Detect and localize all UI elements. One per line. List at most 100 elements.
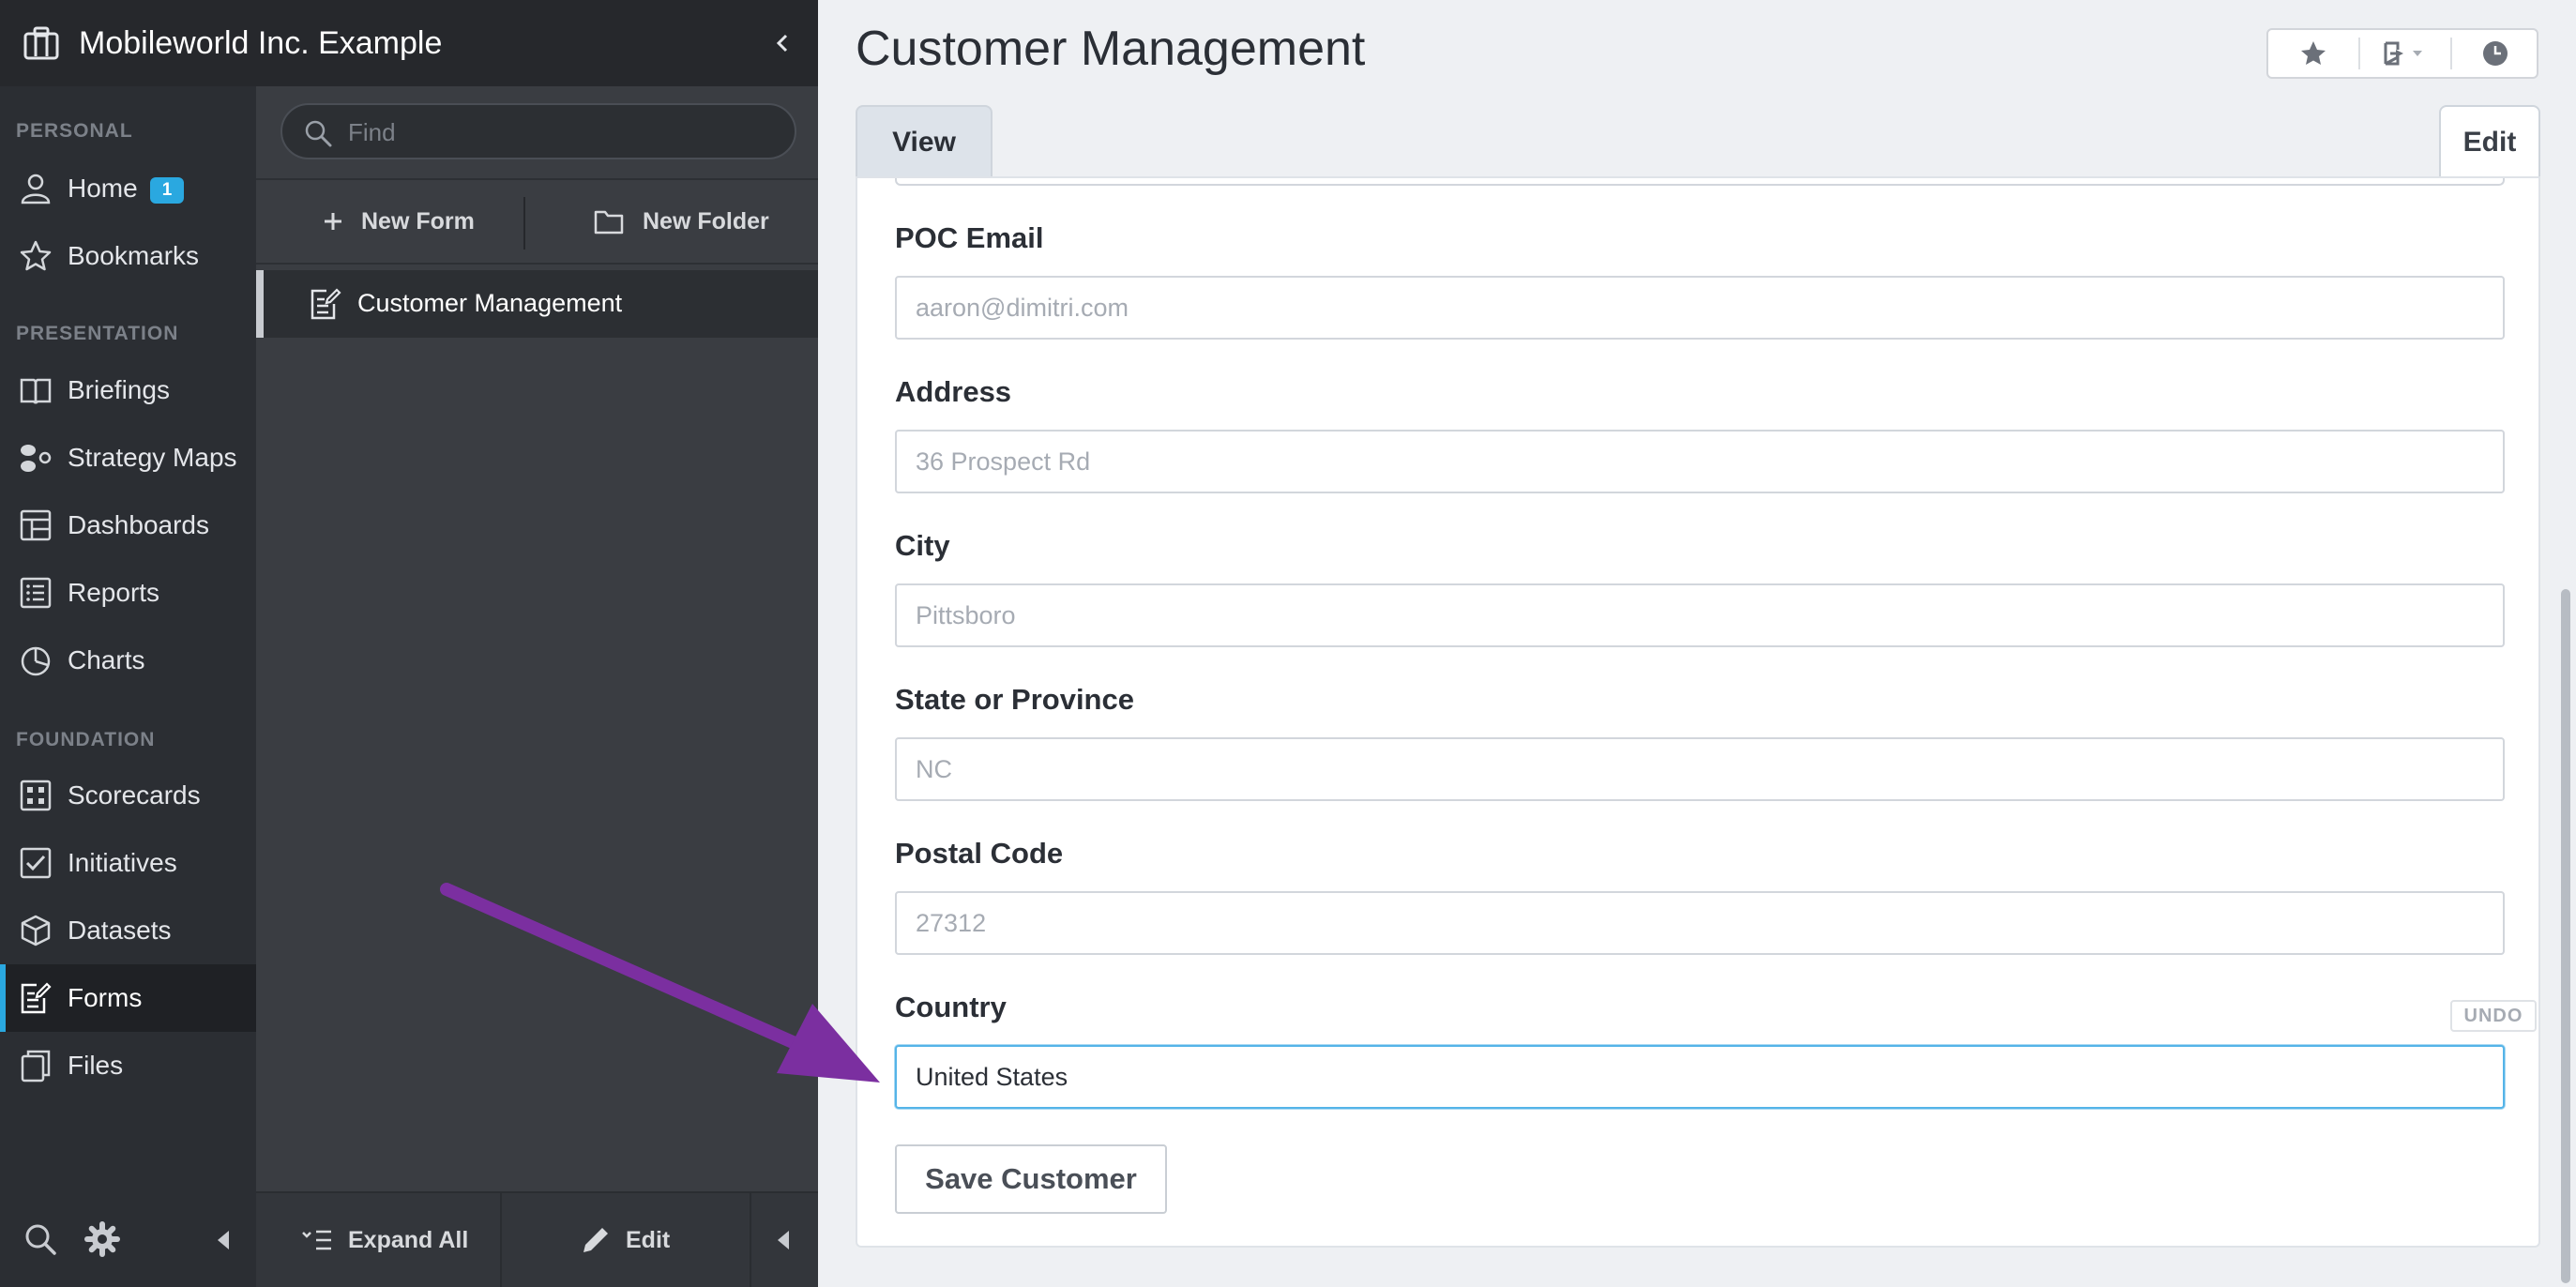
- nav-section-presentation: PRESENTATION: [16, 323, 179, 344]
- form-icon: [21, 982, 52, 1014]
- tab-view[interactable]: View: [856, 105, 993, 178]
- country-field[interactable]: [895, 1045, 2505, 1109]
- nav-item-reports[interactable]: Reports: [0, 559, 256, 627]
- nav-item-charts[interactable]: Charts: [0, 627, 256, 694]
- nav-label-dashboards: Dashboards: [68, 510, 209, 539]
- gear-icon[interactable]: [84, 1221, 120, 1257]
- address-field[interactable]: [895, 430, 2505, 493]
- panel-actions: New Form New Folder: [256, 178, 818, 265]
- tab-edit[interactable]: Edit: [2439, 105, 2540, 178]
- edit-button[interactable]: Edit: [581, 1193, 670, 1287]
- new-folder-button[interactable]: New Folder: [594, 180, 769, 263]
- address-label: Address: [895, 375, 1012, 408]
- nav-item-files[interactable]: Files: [0, 1032, 256, 1099]
- save-customer-button[interactable]: Save Customer: [895, 1144, 1167, 1214]
- nav-label-reports: Reports: [68, 578, 160, 607]
- divider: [500, 1193, 502, 1287]
- new-form-label: New Form: [361, 207, 475, 235]
- previous-field-input[interactable]: [895, 178, 2505, 186]
- nav-item-bookmarks[interactable]: Bookmarks: [0, 222, 256, 290]
- dashboard-icon: [20, 509, 52, 541]
- nav-item-forms[interactable]: Forms: [0, 964, 256, 1032]
- org-name[interactable]: Mobileworld Inc. Example: [79, 24, 442, 62]
- user-icon: [21, 174, 51, 204]
- nav-label-bookmarks: Bookmarks: [68, 241, 200, 270]
- nav-section-personal: PERSONAL: [16, 120, 133, 142]
- edit-label: Edit: [626, 1226, 671, 1253]
- chevron-left-icon[interactable]: [771, 28, 794, 58]
- find-box[interactable]: [280, 103, 796, 159]
- export-menu-button[interactable]: [2360, 30, 2450, 77]
- briefcase-icon[interactable]: [23, 24, 60, 62]
- city-label: City: [895, 529, 950, 562]
- scrollbar[interactable]: [2555, 176, 2576, 1287]
- nav-label-home: Home: [68, 174, 138, 203]
- expand-all-icon: [302, 1230, 331, 1250]
- nav-item-initiatives[interactable]: Initiatives: [0, 829, 256, 897]
- nav-item-home[interactable]: Home 1: [0, 155, 256, 222]
- nav-label-forms: Forms: [68, 983, 143, 1012]
- scorecard-icon: [20, 780, 52, 811]
- poc-email-field[interactable]: [895, 276, 2505, 340]
- poc-email-label: POC Email: [895, 221, 1044, 254]
- export-icon: [2384, 41, 2422, 66]
- nav-label-charts: Charts: [68, 645, 145, 674]
- find-input[interactable]: [348, 116, 780, 148]
- nav-footer: [0, 1193, 256, 1287]
- postal-code-label: Postal Code: [895, 837, 1064, 870]
- plus-icon: [325, 213, 341, 230]
- city-field[interactable]: [895, 583, 2505, 647]
- forms-panel: New Form New Folder Customer Management: [256, 86, 818, 1287]
- nav-section-foundation: FOUNDATION: [16, 729, 156, 750]
- checkbox-icon: [20, 847, 52, 879]
- strategy-map-icon: [21, 445, 52, 472]
- nav-label-datasets: Datasets: [68, 916, 172, 945]
- state-field[interactable]: [895, 737, 2505, 801]
- divider: [750, 1193, 751, 1287]
- clock-icon: [2483, 41, 2508, 66]
- cube-icon: [21, 915, 51, 946]
- main-nav: Mobileworld Inc. Example PERSONAL Home 1…: [0, 0, 818, 1287]
- nav-label-briefings: Briefings: [68, 375, 170, 404]
- scroll-thumb[interactable]: [2561, 589, 2570, 1283]
- nav-item-dashboards[interactable]: Dashboards: [0, 492, 256, 559]
- nav-label-files: Files: [68, 1051, 124, 1080]
- nav-item-strategy-maps[interactable]: Strategy Maps: [0, 424, 256, 492]
- page-title: Customer Management: [856, 22, 1366, 76]
- form-card: POC Email Address City State or Province…: [856, 176, 2540, 1248]
- pencil-icon: [583, 1228, 608, 1252]
- pie-chart-icon: [21, 646, 51, 676]
- main-content: Customer Management View Edit POC Email …: [818, 0, 2576, 1287]
- panel-footer: Expand All Edit: [256, 1191, 818, 1287]
- search-icon[interactable]: [23, 1221, 58, 1257]
- undo-button[interactable]: UNDO: [2450, 1000, 2537, 1032]
- state-label: State or Province: [895, 683, 1134, 716]
- folder-icon: [594, 210, 624, 235]
- expand-all-label: Expand All: [348, 1226, 469, 1253]
- list-item-label: Customer Management: [357, 289, 623, 317]
- divider: [523, 197, 525, 250]
- nav-item-datasets[interactable]: Datasets: [0, 897, 256, 964]
- collapse-panel-icon[interactable]: [772, 1227, 795, 1253]
- form-icon: [311, 288, 341, 320]
- nav-label-scorecards: Scorecards: [68, 780, 201, 810]
- nav-label-strategy-maps: Strategy Maps: [68, 443, 237, 472]
- collapse-nav-icon[interactable]: [212, 1227, 235, 1253]
- nav-label-initiatives: Initiatives: [68, 848, 177, 877]
- annotation-arrow: [440, 883, 880, 1083]
- page-toolbar: [2266, 28, 2538, 79]
- history-button[interactable]: [2452, 30, 2538, 77]
- postal-code-field[interactable]: [895, 891, 2505, 955]
- search-icon: [305, 120, 332, 147]
- list-item-customer-management[interactable]: Customer Management: [256, 270, 818, 338]
- star-icon: [20, 240, 52, 271]
- bookmark-button[interactable]: [2268, 30, 2358, 77]
- expand-all-button[interactable]: Expand All: [301, 1193, 468, 1287]
- notification-badge: 1: [150, 177, 184, 204]
- nav-item-scorecards[interactable]: Scorecards: [0, 762, 256, 829]
- new-folder-label: New Folder: [643, 207, 769, 235]
- files-icon: [21, 1050, 51, 1083]
- new-form-button[interactable]: New Form: [322, 180, 475, 263]
- book-icon: [20, 378, 52, 404]
- nav-item-briefings[interactable]: Briefings: [0, 356, 256, 424]
